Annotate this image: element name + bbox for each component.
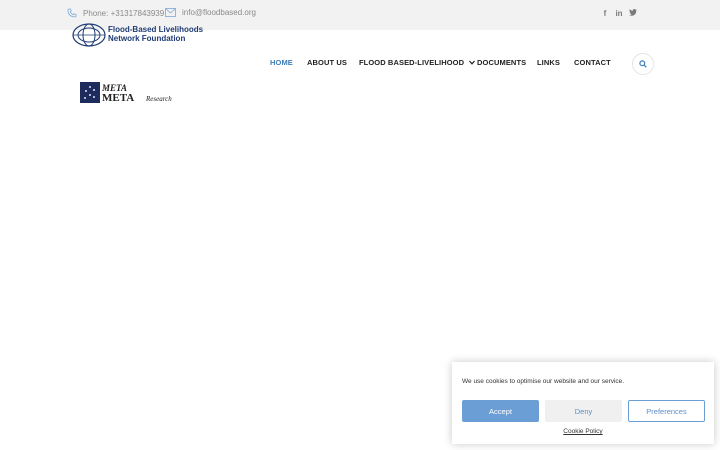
accept-button[interactable]: Accept: [462, 400, 539, 422]
social-links: f in: [598, 9, 640, 18]
cookie-policy-link[interactable]: Cookie Policy: [452, 428, 714, 435]
linkedin-icon[interactable]: in: [612, 9, 626, 18]
deny-button[interactable]: Deny: [545, 400, 622, 422]
logo-icon: [72, 23, 106, 47]
svg-text:Research: Research: [145, 95, 172, 103]
meta-logo-graphic: META META Research: [80, 82, 172, 104]
logo-title: Flood-Based Livelihoods Network Foundati…: [108, 25, 238, 43]
nav-flood-based-livelihood[interactable]: FLOOD BASED-LIVELIHOOD: [359, 58, 476, 67]
email-contact[interactable]: info@floodbased.org: [165, 8, 256, 17]
cookie-message: We use cookies to optimise our website a…: [462, 378, 625, 385]
site-logo[interactable]: Flood-Based Livelihoods Network Foundati…: [72, 22, 203, 53]
phone-contact[interactable]: Phone: +31317843939: [67, 8, 164, 18]
nav-links[interactable]: LINKS: [537, 58, 560, 67]
facebook-icon[interactable]: f: [598, 9, 612, 18]
svg-text:META: META: [102, 92, 134, 104]
meta-research-logo[interactable]: META META Research: [80, 82, 188, 104]
chevron-down-icon: [469, 60, 476, 65]
nav-about-us[interactable]: ABOUT US: [307, 58, 347, 67]
cookie-banner: We use cookies to optimise our website a…: [452, 362, 714, 444]
phone-icon: [67, 8, 77, 18]
mail-icon: [165, 8, 176, 17]
email-text: info@floodbased.org: [182, 8, 256, 17]
logo-line-2: Network Foundation: [108, 34, 186, 43]
twitter-icon[interactable]: [626, 9, 640, 18]
nav-contact[interactable]: CONTACT: [574, 58, 611, 67]
phone-text: Phone: +31317843939: [83, 8, 165, 18]
preferences-button[interactable]: Preferences: [628, 400, 705, 422]
logo-line-1: Flood-Based Livelihoods: [108, 25, 204, 34]
nav-home[interactable]: HOME: [270, 58, 293, 67]
nav-flood-label: FLOOD BASED-LIVELIHOOD: [359, 58, 465, 67]
nav-documents[interactable]: DOCUMENTS: [477, 58, 526, 67]
search-icon: [639, 60, 647, 68]
search-button[interactable]: [632, 53, 654, 75]
